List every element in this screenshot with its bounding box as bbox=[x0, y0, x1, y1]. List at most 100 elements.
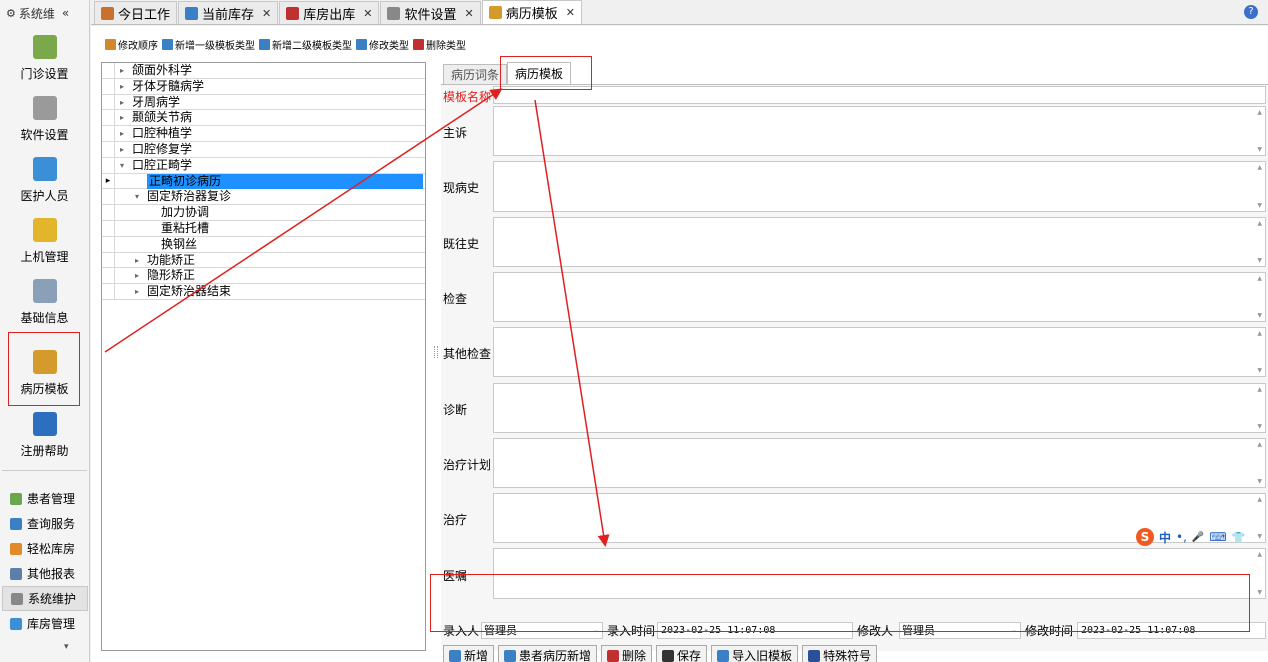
ime-logo-icon[interactable]: S bbox=[1136, 528, 1154, 546]
scroll-down-icon[interactable]: ▼ bbox=[1257, 146, 1262, 153]
tab-0[interactable]: 今日工作 bbox=[94, 1, 178, 24]
ime-punct-icon[interactable]: •, bbox=[1176, 530, 1187, 544]
tab-1[interactable]: 当前库存 ✕ bbox=[178, 1, 279, 24]
collapse-icon[interactable]: ▸ bbox=[120, 142, 124, 157]
scroll-up-icon[interactable]: ▲ bbox=[1257, 386, 1262, 393]
tree-node[interactable]: ▸ 功能矫正 bbox=[102, 252, 425, 269]
field-textarea[interactable]: ▲ ▼ bbox=[493, 106, 1266, 157]
scroll-down-icon[interactable]: ▼ bbox=[1257, 589, 1262, 596]
sidebar-link-2[interactable]: 轻松库房 bbox=[0, 536, 90, 561]
scroll-up-icon[interactable]: ▲ bbox=[1257, 220, 1262, 227]
collapse-icon[interactable]: ▸ bbox=[135, 268, 139, 283]
sidebar-item-6[interactable]: 注册帮助 bbox=[0, 403, 89, 464]
editor-tab-0[interactable]: 病历词条 bbox=[443, 64, 508, 84]
field-textarea[interactable]: ▲ ▼ bbox=[493, 382, 1266, 433]
template-name-input[interactable] bbox=[493, 86, 1266, 104]
scroll-down-icon[interactable]: ▼ bbox=[1257, 257, 1262, 264]
sidebar-link-1[interactable]: 查询服务 bbox=[0, 511, 90, 536]
collapse-icon[interactable]: ▸ bbox=[120, 79, 124, 94]
scroll-down-icon[interactable]: ▼ bbox=[1257, 478, 1262, 485]
skin-icon[interactable]: 👕 bbox=[1232, 531, 1246, 544]
toolbar-button-3[interactable]: 修改类型 bbox=[356, 36, 409, 52]
sidebar-item-3[interactable]: 上机管理 bbox=[0, 209, 89, 270]
tree-node[interactable]: ▸ 口腔修复学 bbox=[102, 141, 425, 158]
expand-icon[interactable]: ▾ bbox=[135, 189, 139, 204]
collapse-button[interactable]: « bbox=[62, 6, 69, 20]
help-icon[interactable]: ? bbox=[1244, 5, 1258, 19]
sidebar-link-4[interactable]: 系统维护 bbox=[2, 586, 88, 611]
sidebar-link-0[interactable]: 患者管理 bbox=[0, 486, 90, 511]
collapse-icon[interactable]: ▸ bbox=[135, 253, 139, 268]
tree-node[interactable]: ▾ 口腔正畸学 bbox=[102, 157, 425, 174]
tab-4[interactable]: 病历模板 ✕ bbox=[481, 0, 582, 24]
scroll-down-icon[interactable]: ▼ bbox=[1257, 423, 1262, 430]
tree-node[interactable]: ▸ 牙体牙髓病学 bbox=[102, 78, 425, 95]
add-icon bbox=[449, 649, 461, 662]
field-textarea[interactable]: ▲ ▼ bbox=[493, 161, 1266, 212]
action-button-1[interactable]: 患者病历新增 bbox=[498, 645, 598, 662]
row-indicator bbox=[102, 189, 115, 205]
tree-node[interactable]: 加力协调 bbox=[102, 205, 425, 221]
close-icon[interactable]: ✕ bbox=[262, 7, 271, 20]
field-textarea[interactable]: ▲ ▼ bbox=[493, 271, 1266, 323]
sidebar-item-2[interactable]: 医护人员 bbox=[0, 148, 89, 209]
toolbar-button-4[interactable]: 删除类型 bbox=[413, 36, 466, 52]
scroll-up-icon[interactable]: ▲ bbox=[1257, 275, 1262, 282]
tab-3[interactable]: 软件设置 ✕ bbox=[380, 1, 481, 24]
action-button-4[interactable]: 导入旧模板 bbox=[711, 645, 799, 662]
sidebar-item-0[interactable]: 门诊设置 bbox=[0, 26, 89, 87]
tree-node-label: 正畸初诊病历 bbox=[147, 173, 423, 189]
collapse-icon[interactable]: ▸ bbox=[120, 95, 124, 110]
scroll-up-icon[interactable]: ▲ bbox=[1257, 109, 1262, 116]
more-chevron-icon[interactable]: ▾ bbox=[64, 642, 69, 652]
action-button-3[interactable]: 保存 bbox=[656, 645, 708, 662]
close-icon[interactable]: ✕ bbox=[363, 7, 372, 20]
toolbar-button-1[interactable]: 新增一级模板类型 bbox=[162, 36, 255, 52]
collapse-icon[interactable]: ▸ bbox=[120, 110, 124, 125]
tree-node[interactable]: ▸ 固定矫治器结束 bbox=[102, 284, 425, 300]
action-button-0[interactable]: 新增 bbox=[443, 645, 495, 662]
collapse-icon[interactable]: ▸ bbox=[120, 63, 124, 78]
tree-node[interactable]: ▸ 口腔种植学 bbox=[102, 126, 425, 142]
collapse-icon[interactable]: ▸ bbox=[135, 284, 139, 299]
sidebar-item-1[interactable]: 软件设置 bbox=[0, 87, 89, 148]
collapse-icon[interactable]: ▸ bbox=[120, 126, 124, 141]
scroll-up-icon[interactable]: ▲ bbox=[1257, 330, 1262, 337]
scroll-up-icon[interactable]: ▲ bbox=[1257, 164, 1262, 171]
ime-toolbar: S 中 •, 🎤 ⌨ 👕 bbox=[1136, 528, 1245, 546]
scroll-down-icon[interactable]: ▼ bbox=[1257, 202, 1262, 209]
tree-node[interactable]: ▸ 颞颌关节病 bbox=[102, 110, 425, 127]
splitter-handle[interactable] bbox=[434, 346, 438, 358]
action-button-2[interactable]: 删除 bbox=[601, 645, 653, 662]
close-icon[interactable]: ✕ bbox=[566, 6, 575, 19]
field-textarea[interactable]: ▲ ▼ bbox=[493, 327, 1266, 378]
scroll-up-icon[interactable]: ▲ bbox=[1257, 441, 1262, 448]
ime-lang[interactable]: 中 bbox=[1159, 529, 1171, 546]
action-button-5[interactable]: 特殊符号 bbox=[802, 645, 878, 662]
tab-2[interactable]: 库房出库 ✕ bbox=[279, 1, 380, 24]
tree-node[interactable]: ▸ 颌面外科学 bbox=[102, 63, 425, 79]
expand-icon[interactable]: ▾ bbox=[120, 158, 124, 173]
tree-node[interactable]: ▸ 正畸初诊病历 bbox=[102, 173, 425, 190]
tree-node[interactable]: ▸ 隐形矫正 bbox=[102, 268, 425, 285]
tree-node[interactable]: 重粘托槽 bbox=[102, 220, 425, 237]
toolbar-button-2[interactable]: 新增二级模板类型 bbox=[259, 36, 352, 52]
close-icon[interactable]: ✕ bbox=[465, 7, 474, 20]
toolbar-button-0[interactable]: 修改顺序 bbox=[105, 36, 158, 52]
scroll-down-icon[interactable]: ▼ bbox=[1257, 367, 1262, 374]
sidebar-item-4[interactable]: 基础信息 bbox=[0, 270, 89, 331]
tree-node[interactable]: ▾ 固定矫治器复诊 bbox=[102, 189, 425, 206]
scroll-up-icon[interactable]: ▲ bbox=[1257, 551, 1262, 558]
field-textarea[interactable]: ▲ ▼ bbox=[493, 216, 1266, 267]
field-textarea[interactable]: ▲ ▼ bbox=[493, 437, 1266, 489]
microphone-icon[interactable]: 🎤 bbox=[1192, 532, 1204, 543]
scroll-down-icon[interactable]: ▼ bbox=[1257, 312, 1262, 319]
scroll-up-icon[interactable]: ▲ bbox=[1257, 496, 1262, 503]
tree-node[interactable]: 换钢丝 bbox=[102, 236, 425, 253]
sidebar-link-3[interactable]: 其他报表 bbox=[0, 561, 90, 586]
scroll-down-icon[interactable]: ▼ bbox=[1257, 533, 1262, 540]
tree-node[interactable]: ▸ 牙周病学 bbox=[102, 94, 425, 111]
template-tree[interactable]: ▸ 颌面外科学 ▸ 牙体牙髓病学 ▸ 牙周病学 ▸ 颞颌关节病 ▸ 口腔种植学 ▸ 口腔修复学 ▾ 口腔正… bbox=[101, 62, 426, 651]
sidebar-link-5[interactable]: 库房管理 bbox=[0, 611, 90, 636]
keyboard-icon[interactable]: ⌨ bbox=[1209, 530, 1226, 544]
